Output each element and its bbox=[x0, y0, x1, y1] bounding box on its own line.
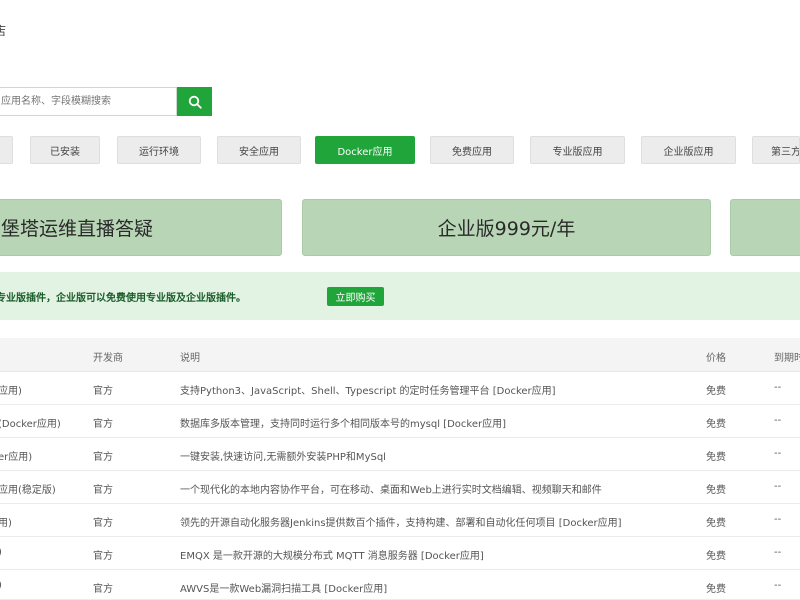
notice-text: 专业版插件，企业版可以免费使用专业版及企业版插件。 bbox=[0, 293, 246, 304]
banner-live-qa[interactable]: 堡塔运维直播答疑 bbox=[0, 199, 282, 256]
row-description: AWVS是一款Web漏洞扫描工具 [Docker应用] bbox=[180, 584, 388, 595]
table-row[interactable]: (Docker应用) 官方 数据库多版本管理，支持同时运行多个相同版本号的mys… bbox=[0, 405, 800, 438]
search-icon bbox=[188, 95, 202, 109]
tab-docker[interactable]: Docker应用 bbox=[315, 136, 415, 164]
row-expiry: -- bbox=[774, 481, 782, 492]
row-description: EMQX 是一款开源的大规模分布式 MQTT 消息服务器 [Docker应用] bbox=[180, 551, 484, 562]
tab-third-party[interactable]: 第三方应用 bbox=[752, 136, 800, 164]
tab-free[interactable]: 免费应用 bbox=[430, 136, 514, 164]
row-price: 免费 bbox=[706, 518, 726, 529]
row-price: 免费 bbox=[706, 485, 726, 496]
row-description: 数据库多版本管理，支持同时运行多个相同版本号的mysql [Docker应用] bbox=[180, 419, 506, 430]
row-developer: 官方 bbox=[93, 452, 113, 463]
table-row[interactable]: er应用) 官方 一键安装,快速访问,无需额外安装PHP和MySql 免费 -- bbox=[0, 438, 800, 471]
row-price: 免费 bbox=[706, 386, 726, 397]
banner-third[interactable] bbox=[730, 199, 800, 256]
search-box[interactable] bbox=[0, 87, 177, 116]
row-name: 应用) bbox=[0, 386, 22, 397]
header-price: 价格 bbox=[706, 353, 726, 364]
row-expiry: -- bbox=[774, 448, 782, 459]
header-developer: 开发商 bbox=[93, 353, 123, 364]
row-price: 免费 bbox=[706, 452, 726, 463]
banner-enterprise-price[interactable]: 企业版999元/年 bbox=[302, 199, 711, 256]
row-expiry: -- bbox=[774, 382, 782, 393]
row-developer: 官方 bbox=[93, 518, 113, 529]
buy-now-button[interactable]: 立即购买 bbox=[327, 287, 384, 306]
row-developer: 官方 bbox=[93, 485, 113, 496]
header-description: 说明 bbox=[180, 353, 200, 364]
notice-bar: 专业版插件，企业版可以免费使用专业版及企业版插件。 bbox=[0, 272, 800, 320]
row-price: 免费 bbox=[706, 419, 726, 430]
row-expiry: -- bbox=[774, 547, 782, 558]
row-developer: 官方 bbox=[93, 551, 113, 562]
row-description: 支持Python3、JavaScript、Shell、Typescript 的定… bbox=[180, 386, 556, 397]
row-name: (Docker应用) bbox=[0, 419, 61, 430]
row-name: ) bbox=[0, 547, 86, 558]
banner-live-qa-text: 堡塔运维直播答疑 bbox=[1, 218, 154, 240]
tab-installed[interactable]: 已安装 bbox=[30, 136, 100, 164]
row-developer: 官方 bbox=[93, 584, 113, 595]
row-expiry: -- bbox=[774, 415, 782, 426]
table-row[interactable]: 应用(稳定版) 官方 一个现代化的本地内容协作平台，可在移动、桌面和Web上进行… bbox=[0, 471, 800, 504]
tab-pro[interactable]: 专业版应用 bbox=[530, 136, 625, 164]
row-expiry: -- bbox=[774, 514, 782, 525]
row-description: 领先的开源自动化服务器Jenkins提供数百个插件，支持构建、部署和自动化任何项… bbox=[180, 518, 622, 529]
tab-security[interactable]: 安全应用 bbox=[217, 136, 301, 164]
row-price: 免费 bbox=[706, 584, 726, 595]
tab-runtime[interactable]: 运行环境 bbox=[117, 136, 201, 164]
table-header: 开发商 说明 价格 到期时间 bbox=[0, 338, 800, 372]
tab-enterprise[interactable]: 企业版应用 bbox=[641, 136, 736, 164]
tab-all[interactable]: 全部 bbox=[0, 136, 13, 164]
row-description: 一键安装,快速访问,无需额外安装PHP和MySql bbox=[180, 452, 386, 463]
table-row[interactable]: ) 官方 AWVS是一款Web漏洞扫描工具 [Docker应用] 免费 -- bbox=[0, 570, 800, 600]
search-button[interactable] bbox=[177, 87, 212, 116]
row-developer: 官方 bbox=[93, 386, 113, 397]
header-expiry: 到期时间 bbox=[774, 353, 800, 364]
row-name: ) bbox=[0, 580, 86, 591]
table-row[interactable]: ) 官方 EMQX 是一款开源的大规模分布式 MQTT 消息服务器 [Docke… bbox=[0, 537, 800, 570]
row-price: 免费 bbox=[706, 551, 726, 562]
row-description: 一个现代化的本地内容协作平台，可在移动、桌面和Web上进行实时文档编辑、视频聊天… bbox=[180, 485, 602, 496]
table-row[interactable]: 应用) 官方 支持Python3、JavaScript、Shell、Typesc… bbox=[0, 372, 800, 405]
row-name: er应用) bbox=[0, 452, 33, 463]
page-title: 店 bbox=[0, 24, 7, 38]
row-name: 用) bbox=[0, 518, 12, 529]
search-input[interactable] bbox=[0, 88, 176, 115]
row-developer: 官方 bbox=[93, 419, 113, 430]
table-row[interactable]: 用) 官方 领先的开源自动化服务器Jenkins提供数百个插件，支持构建、部署和… bbox=[0, 504, 800, 537]
row-name: 应用(稳定版) bbox=[0, 485, 56, 496]
top-bar: 店 bbox=[0, 0, 800, 70]
banner-enterprise-price-text: 企业版999元/年 bbox=[437, 218, 576, 240]
row-expiry: -- bbox=[774, 580, 782, 591]
